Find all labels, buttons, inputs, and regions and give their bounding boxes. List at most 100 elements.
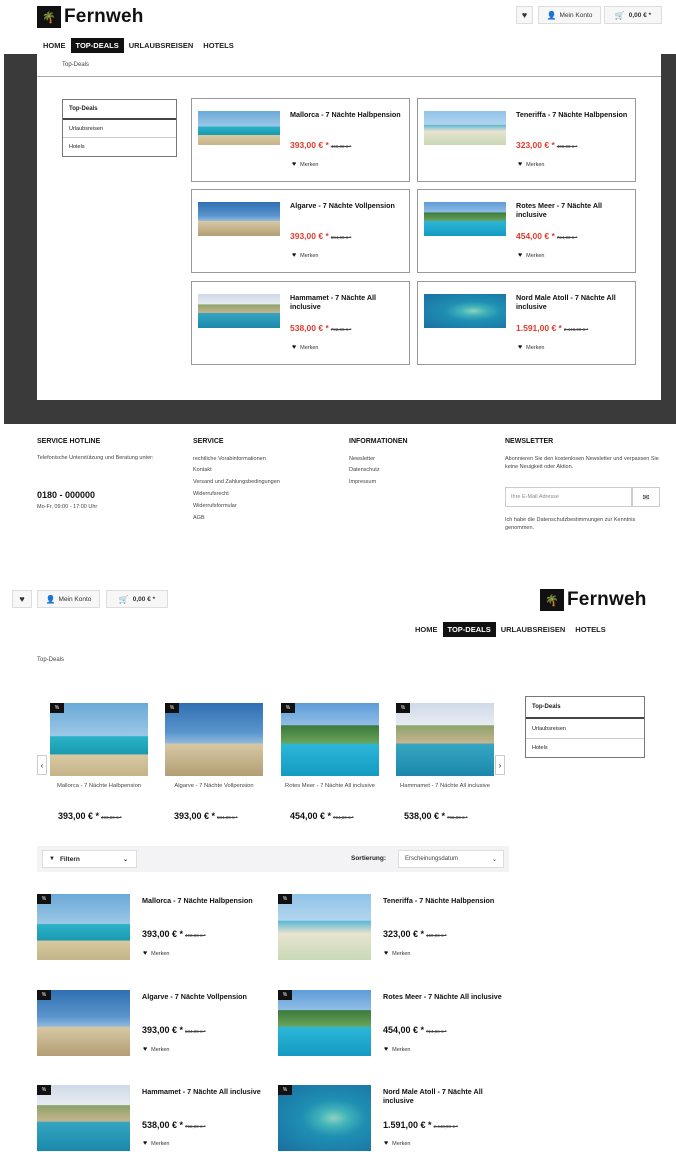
carousel-prev-button[interactable]: ‹ (37, 755, 47, 775)
newsletter-email-input[interactable]: Ihre E-Mail Adresse (505, 487, 632, 507)
carousel-image[interactable]: % (165, 703, 263, 776)
product-image[interactable]: % (37, 894, 130, 960)
product-tile[interactable]: Teneriffa - 7 Nächte Halbpension 323,00 … (417, 98, 636, 182)
product-title[interactable]: Mallorca - 7 Nächte Halbpension (290, 110, 408, 119)
carousel-item-name[interactable]: Mallorca - 7 Nächte Halbpension (50, 782, 148, 790)
product-title[interactable]: Algarve - 7 Nächte Vollpension (290, 201, 408, 210)
merken-button[interactable]: ♥ Merken (292, 344, 319, 351)
merken-button[interactable]: ♥ Merken (292, 161, 319, 168)
carousel-item-name[interactable]: Hammamet - 7 Nächte All inclusive (396, 782, 494, 790)
carousel-image[interactable]: % (50, 703, 148, 776)
brand-logo[interactable]: 🌴 Fernweh (540, 589, 647, 611)
sidebar-item-top-deals[interactable]: Top-Deals (526, 697, 644, 719)
nav-top-deals[interactable]: TOP-DEALS (442, 622, 496, 637)
product-title[interactable]: Hammamet - 7 Nächte All inclusive (142, 1087, 262, 1096)
account-button[interactable]: 👤 Mein Konto (538, 6, 601, 24)
sidebar-item-urlaubsreisen[interactable]: Urlaubsreisen (526, 719, 644, 739)
product-tile[interactable]: Algarve - 7 Nächte Vollpension 393,00 € … (191, 189, 410, 273)
merken-button[interactable]: ♥ Merken (143, 1140, 170, 1147)
footer-link[interactable]: Widerrufsrecht (193, 490, 229, 498)
product-title[interactable]: Teneriffa - 7 Nächte Halbpension (383, 896, 503, 905)
merken-button[interactable]: ♥ Merken (384, 1140, 411, 1147)
merken-button[interactable]: ♥ Merken (518, 344, 545, 351)
footer-link[interactable]: Impressum (349, 478, 376, 486)
footer-link[interactable]: AGB (193, 514, 205, 522)
merken-button[interactable]: ♥ Merken (384, 950, 411, 957)
product-tile[interactable]: Rotes Meer - 7 Nächte All inclusive 454,… (417, 189, 636, 273)
footer-link[interactable]: Versand und Zahlungsbedingungen (193, 478, 280, 486)
merken-button[interactable]: ♥ Merken (143, 950, 170, 957)
account-button[interactable]: 👤 Mein Konto (37, 590, 100, 608)
product-price: 538,00 € * 792,00 € * (290, 323, 352, 333)
nav-hotels[interactable]: HOTELS (570, 622, 610, 637)
merken-button[interactable]: ♥ Merken (143, 1046, 170, 1053)
nav-urlaubsreisen[interactable]: URLAUBSREISEN (124, 38, 199, 53)
product-title[interactable]: Rotes Meer - 7 Nächte All inclusive (516, 201, 634, 219)
product-title[interactable]: Mallorca - 7 Nächte Halbpension (142, 896, 262, 905)
footer-hotline-title: SERVICE HOTLINE (37, 438, 101, 445)
cart-button[interactable]: 🛒 0,00 € * (604, 6, 662, 24)
sort-select[interactable]: Erscheinungsdatum ⌄ (398, 850, 504, 868)
sidebar-item-hotels[interactable]: Hotels (526, 739, 644, 757)
product-title[interactable]: Algarve - 7 Nächte Vollpension (142, 992, 262, 1001)
footer-link[interactable]: Datenschutz (349, 466, 380, 474)
nav-urlaubsreisen[interactable]: URLAUBSREISEN (496, 622, 571, 637)
product-title[interactable]: Nord Male Atoll - 7 Nächte All inclusive (516, 293, 634, 311)
breadcrumb[interactable]: Top-Deals (62, 62, 89, 68)
merken-button[interactable]: ♥ Merken (518, 161, 545, 168)
newsletter-submit-button[interactable]: ✉ (632, 487, 660, 507)
product-image[interactable] (424, 294, 506, 328)
product-title[interactable]: Teneriffa - 7 Nächte Halbpension (516, 110, 634, 119)
nav-home[interactable]: HOME (410, 622, 443, 637)
filter-label: Filtern (59, 855, 80, 863)
product-image[interactable]: % (278, 1085, 371, 1151)
filter-button[interactable]: ▼ Filtern ⌄ (42, 850, 137, 868)
product-price: 393,00 € * 490,00 € * (290, 140, 352, 150)
nav-home[interactable]: HOME (38, 38, 71, 53)
merken-button[interactable]: ♥ Merken (518, 252, 545, 259)
wishlist-button[interactable]: ♥ (12, 590, 32, 608)
heart-icon: ♥ (143, 1046, 148, 1053)
footer-link[interactable]: Kontakt (193, 466, 212, 474)
nav-top-deals[interactable]: TOP-DEALS (70, 38, 124, 53)
product-image[interactable] (198, 111, 280, 145)
footer-newsletter-text: Abonnieren Sie den kostenlosen Newslette… (505, 456, 659, 470)
cart-button[interactable]: 🛒 0,00 € * (106, 590, 168, 608)
footer-hotline-number[interactable]: 0180 - 000000 (37, 490, 95, 500)
product-tile[interactable]: Mallorca - 7 Nächte Halbpension 393,00 €… (191, 98, 410, 182)
carousel-item-name[interactable]: Algarve - 7 Nächte Vollpension (160, 782, 268, 790)
product-image[interactable]: % (278, 894, 371, 960)
product-image[interactable] (424, 111, 506, 145)
sidebar-item-urlaubsreisen[interactable]: Urlaubsreisen (63, 120, 176, 138)
carousel-item-name[interactable]: Rotes Meer - 7 Nächte All inclusive (281, 782, 379, 790)
newsletter-consent[interactable]: Ich habe die Datenschutzbestimmungen zur… (505, 516, 663, 532)
merken-button[interactable]: ♥ Merken (384, 1046, 411, 1053)
product-image[interactable] (198, 202, 280, 236)
product-image[interactable] (424, 202, 506, 236)
product-title[interactable]: Nord Male Atoll - 7 Nächte All inclusive (383, 1087, 503, 1105)
brand-logo[interactable]: 🌴 Fernweh (37, 6, 144, 28)
sidebar-item-hotels[interactable]: Hotels (63, 138, 176, 156)
product-tile[interactable]: Nord Male Atoll - 7 Nächte All inclusive… (417, 281, 636, 365)
product-image[interactable]: % (37, 1085, 130, 1151)
footer-link[interactable]: Widerrufsformular (193, 502, 237, 510)
heart-icon: ♥ (292, 161, 297, 168)
footer-link[interactable]: rechtliche Vorabinformationen (193, 455, 266, 463)
footer-link[interactable]: Newsletter (349, 455, 375, 463)
product-image[interactable] (198, 294, 280, 328)
product-title[interactable]: Hammamet - 7 Nächte All inclusive (290, 293, 408, 311)
sidebar-item-top-deals[interactable]: Top-Deals (63, 100, 176, 120)
carousel-image[interactable]: % (281, 703, 379, 776)
nav-hotels[interactable]: HOTELS (198, 38, 238, 53)
carousel-image[interactable]: % (396, 703, 494, 776)
breadcrumb[interactable]: Top-Deals (37, 657, 64, 663)
product-tile[interactable]: Hammamet - 7 Nächte All inclusive 538,00… (191, 281, 410, 365)
heart-icon: ♥ (518, 252, 523, 259)
wishlist-button[interactable]: ♥ (516, 6, 533, 24)
product-image[interactable]: % (37, 990, 130, 1056)
carousel-next-button[interactable]: › (495, 755, 505, 775)
merken-button[interactable]: ♥ Merken (292, 252, 319, 259)
cart-label: 0,00 € * (132, 595, 156, 603)
product-title[interactable]: Rotes Meer - 7 Nächte All inclusive (383, 992, 503, 1001)
product-image[interactable]: % (278, 990, 371, 1056)
